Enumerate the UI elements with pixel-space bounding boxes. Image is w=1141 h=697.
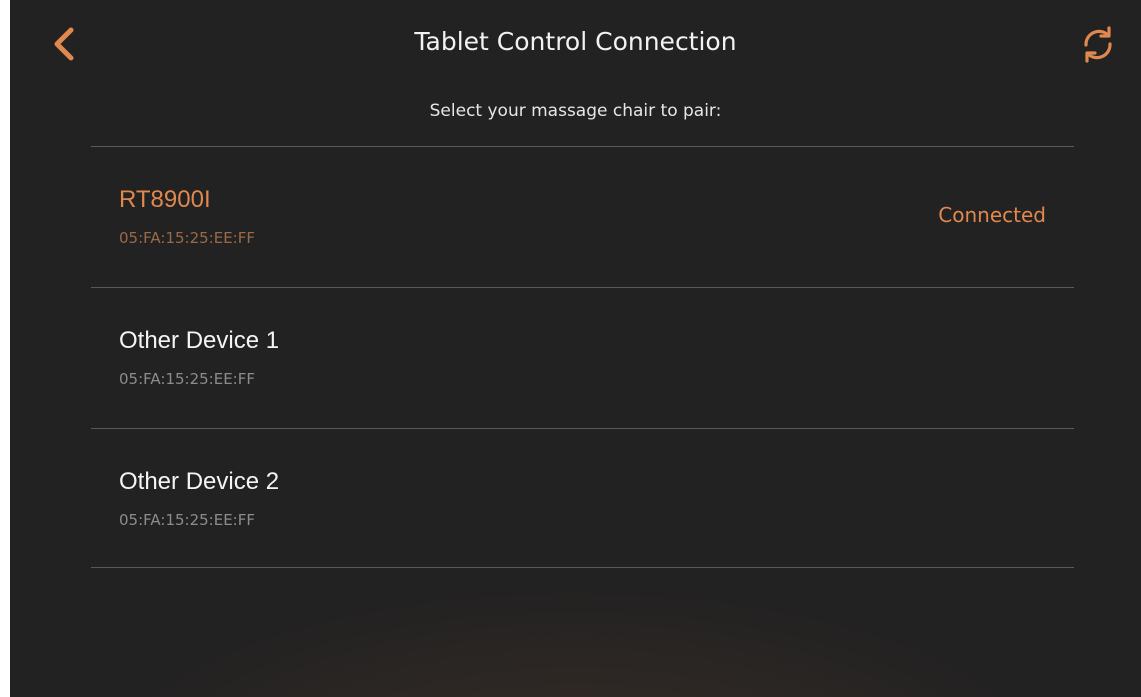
app-screen: Tablet Control Connection Select your ma…: [10, 0, 1141, 697]
pairing-instructions: Select your massage chair to pair:: [429, 101, 722, 121]
device-row-other-device-1[interactable]: Other Device 1 05:FA:15:25:EE:FF: [91, 288, 1074, 428]
device-row-rt8900i[interactable]: RT8900I 05:FA:15:25:EE:FF Connected: [91, 147, 1074, 287]
device-mac-address: 05:FA:15:25:EE:FF: [119, 229, 255, 247]
refresh-button[interactable]: [1078, 24, 1118, 64]
refresh-icon: [1084, 26, 1112, 63]
page-title: Tablet Control Connection: [414, 27, 737, 56]
divider: [91, 567, 1074, 568]
device-name: RT8900I: [119, 186, 211, 213]
device-mac-address: 05:FA:15:25:EE:FF: [119, 511, 255, 529]
connection-status-label: Connected: [938, 203, 1046, 227]
device-name: Other Device 1: [119, 327, 280, 354]
device-name: Other Device 2: [119, 468, 280, 495]
device-row-other-device-2[interactable]: Other Device 2 05:FA:15:25:EE:FF: [91, 429, 1074, 569]
device-mac-address: 05:FA:15:25:EE:FF: [119, 370, 255, 388]
